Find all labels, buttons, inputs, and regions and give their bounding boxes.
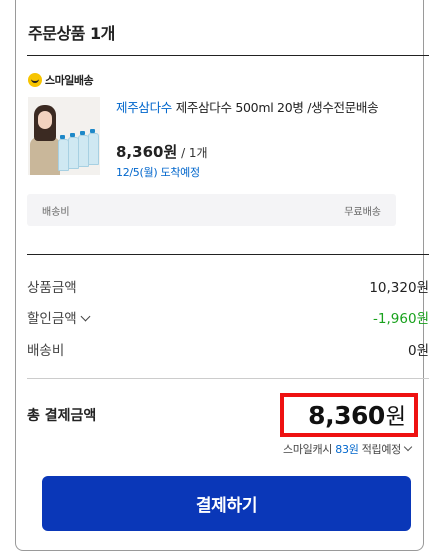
shipping-fee-box: 배송비 무료배송	[27, 194, 396, 226]
shipping-value: 0원	[407, 343, 429, 359]
cash-amount: 83원	[335, 443, 359, 456]
arrival-date: 12/5(월) 도착예정	[116, 166, 200, 179]
discount-label: 할인금액	[27, 311, 77, 327]
discount-value: -1,960원	[373, 311, 429, 327]
total-unit: 원	[385, 405, 406, 430]
total-label: 총 결제금액	[27, 408, 97, 424]
product-thumbnail[interactable]	[28, 97, 100, 175]
shipping-fee-label: 배송비	[42, 207, 70, 218]
product-quantity: / 1개	[177, 146, 208, 160]
product-price: 8,360원	[116, 143, 178, 161]
discount-toggle[interactable]: 할인금액	[27, 307, 91, 327]
delivery-badge-label: 스마일배송	[45, 74, 94, 87]
shipping-label: 배송비	[27, 343, 65, 359]
product-amount-value: 10,320원	[369, 280, 429, 296]
pay-button[interactable]: 결제하기	[42, 476, 411, 531]
product-title[interactable]: 제주삼다수 500ml 20병 /생수전문배송	[172, 100, 379, 115]
total-amount: 8,360	[308, 400, 385, 430]
order-items-title: 주문상품 1개	[28, 24, 115, 43]
divider	[27, 378, 429, 379]
cash-prefix: 스마일캐시	[283, 443, 336, 456]
product-price-line: 8,360원 / 1개	[116, 141, 208, 162]
chevron-down-icon[interactable]	[80, 311, 91, 322]
smile-icon	[28, 73, 42, 87]
shipping-fee-value: 무료배송	[344, 207, 381, 218]
product-brand[interactable]: 제주삼다수	[116, 100, 172, 115]
divider	[27, 55, 429, 56]
smile-cash-info[interactable]: 스마일캐시 83원 적립예정	[283, 441, 413, 457]
total-amount-highlight: 8,360 원	[280, 393, 418, 437]
shipping-row: 배송비 0원	[27, 339, 429, 359]
product-name[interactable]: 제주삼다수 제주삼다수 500ml 20병 /생수전문배송	[116, 97, 406, 118]
chevron-down-icon[interactable]	[403, 442, 413, 452]
product-amount-row: 상품금액 10,320원	[27, 276, 429, 296]
product-amount-label: 상품금액	[27, 280, 77, 296]
smile-delivery-badge: 스마일배송	[28, 72, 94, 88]
discount-row[interactable]: 할인금액 -1,960원	[27, 307, 429, 327]
divider	[27, 254, 429, 255]
cash-suffix: 적립예정	[358, 443, 402, 456]
